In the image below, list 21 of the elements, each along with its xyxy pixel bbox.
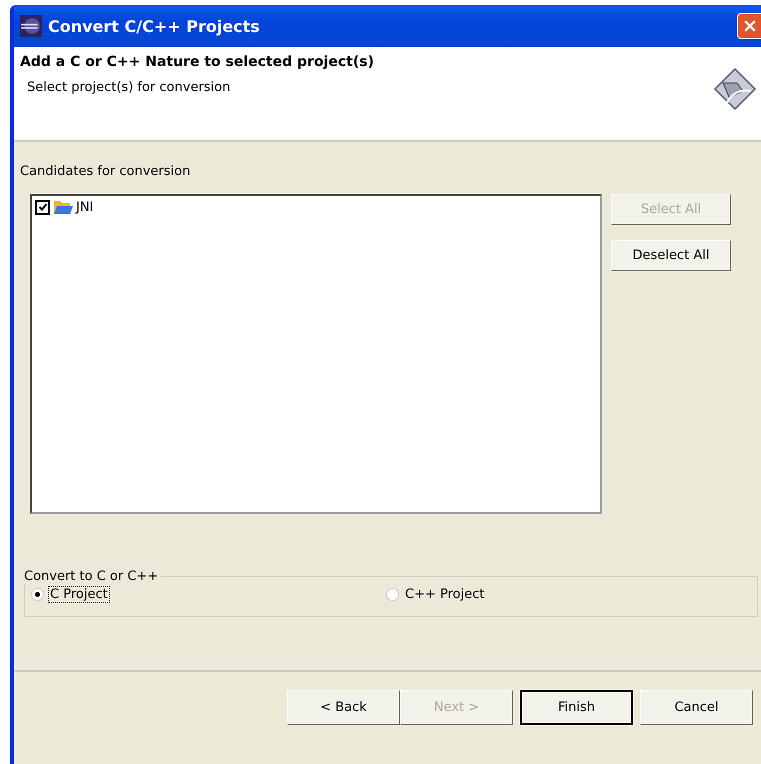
page-title: Add a C or C++ Nature to selected project(s) bbox=[20, 54, 374, 70]
window-title: Convert C/C++ Projects bbox=[48, 16, 261, 36]
radio-label[interactable]: C Project bbox=[48, 586, 110, 603]
radio-label[interactable]: C++ Project bbox=[403, 586, 486, 603]
wizard-button[interactable]: < Back bbox=[287, 690, 400, 725]
action-button[interactable]: Deselect All bbox=[611, 240, 731, 271]
list-label: Candidates for conversion bbox=[20, 164, 192, 179]
app-icon bbox=[20, 15, 42, 37]
project-name[interactable]: JNI bbox=[76, 200, 94, 214]
close-icon bbox=[744, 20, 756, 32]
page-description: Select project(s) for conversion bbox=[26, 80, 232, 95]
wizard-button[interactable]: Cancel bbox=[640, 690, 753, 725]
group-label: Convert to C or C++ bbox=[23, 569, 160, 584]
checkmark-icon bbox=[38, 202, 48, 212]
radio-button[interactable] bbox=[386, 588, 399, 601]
envelope-icon bbox=[713, 67, 757, 111]
close-button[interactable] bbox=[737, 13, 761, 39]
wizard-button[interactable]: Finish bbox=[520, 690, 633, 725]
folder-icon bbox=[53, 199, 73, 215]
checkbox[interactable] bbox=[35, 200, 50, 214]
radio-button[interactable] bbox=[31, 588, 44, 601]
